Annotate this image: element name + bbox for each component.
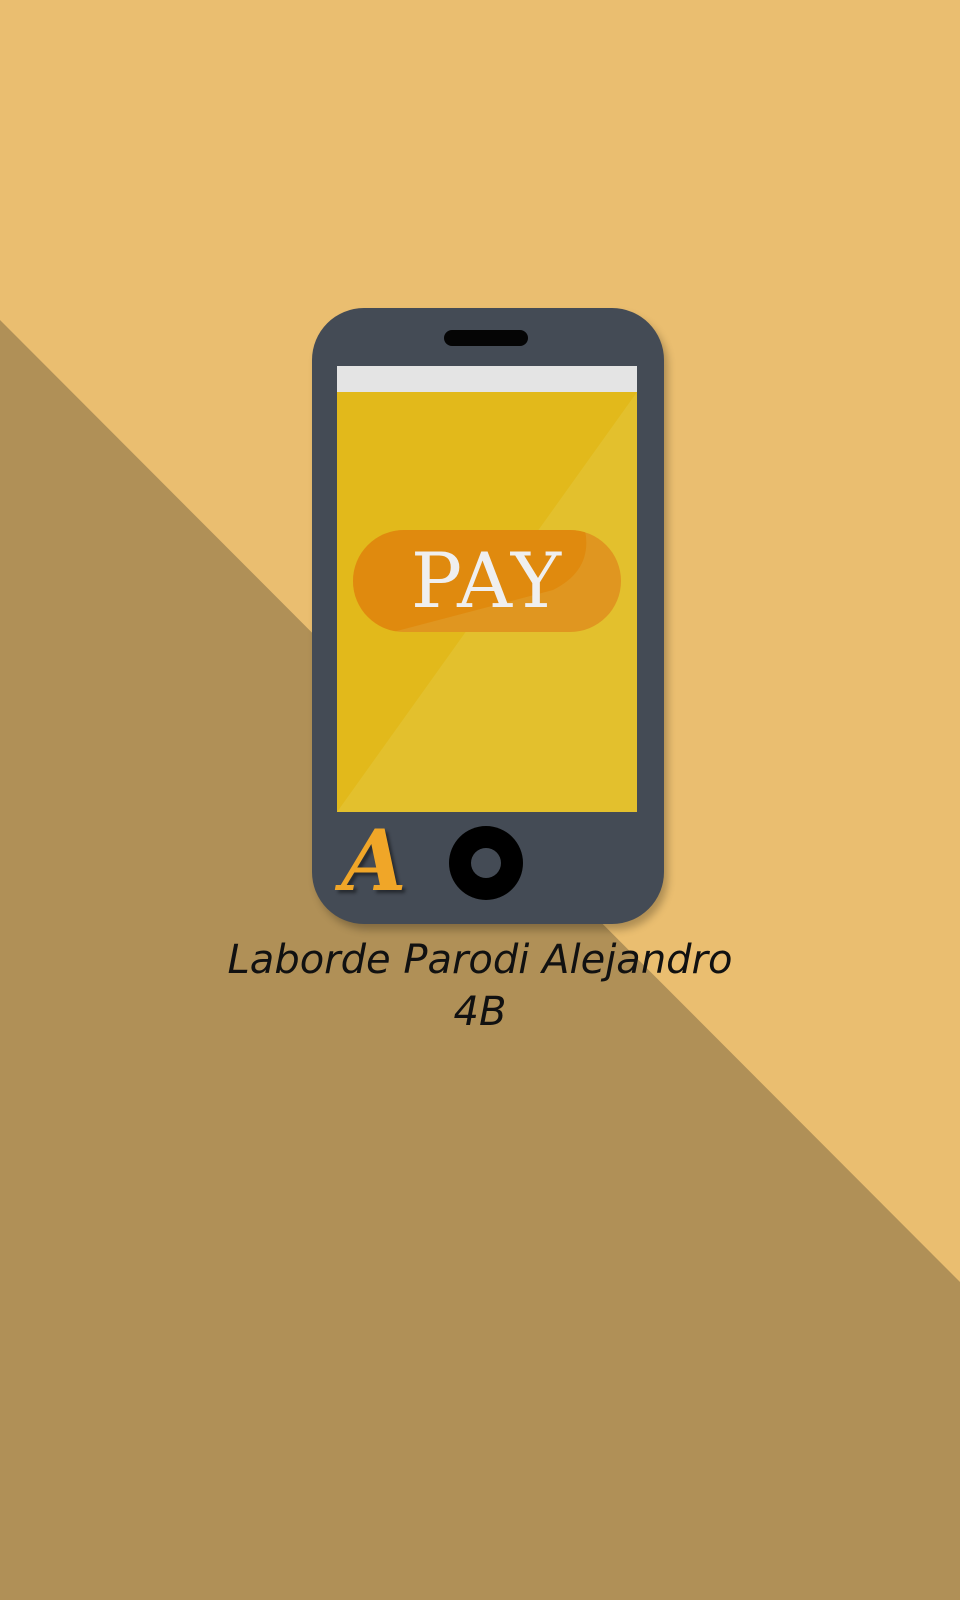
pay-button[interactable]: PAY (353, 530, 621, 632)
phone-speaker (444, 330, 528, 346)
status-bar (337, 366, 637, 392)
phone-illustration: PAY A (312, 308, 664, 924)
pay-label: PAY (410, 536, 564, 625)
phone-screen: PAY (337, 392, 637, 812)
home-button[interactable] (449, 826, 523, 900)
phone-screen-area: PAY (337, 366, 637, 812)
home-button-center (471, 848, 501, 878)
author-name: Laborde Parodi Alejandro (227, 937, 733, 983)
author-caption: Laborde Parodi Alejandro 4B (0, 934, 960, 1038)
app-logo: A (341, 811, 407, 910)
author-group: 4B (453, 989, 507, 1035)
